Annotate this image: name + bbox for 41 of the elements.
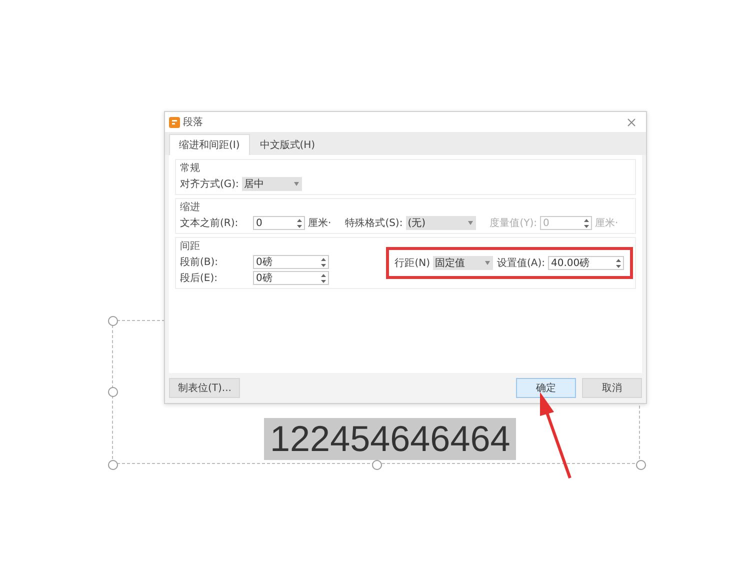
- caret-icon: [294, 182, 299, 186]
- field-label: 特殊格式(S):: [345, 216, 403, 230]
- slide-text: 122454646464: [264, 418, 516, 460]
- spin-field[interactable]: 40.00磅: [548, 256, 624, 270]
- spinner-arrows-icon[interactable]: [320, 272, 327, 284]
- field-label: 段后(E):: [180, 272, 218, 285]
- resize-handle[interactable]: [636, 460, 646, 470]
- close-icon[interactable]: [627, 118, 636, 126]
- unit-label: 厘米·: [308, 216, 332, 230]
- field-label: 文本之前(R):: [180, 216, 240, 230]
- spin-field[interactable]: 0磅: [253, 255, 329, 269]
- section-title: 缩进: [180, 200, 201, 214]
- section-title: 间距: [180, 240, 201, 253]
- resize-handle[interactable]: [372, 460, 382, 470]
- dialog-button[interactable]: 制表位(T)...: [169, 378, 240, 398]
- field-label: 行距(N): [394, 257, 430, 270]
- spin-field[interactable]: 0: [253, 216, 305, 230]
- field-label: 段前(B):: [180, 256, 220, 269]
- dialog-button[interactable]: 确定: [516, 378, 576, 398]
- dropdown[interactable]: 固定值: [432, 256, 493, 270]
- dropdown[interactable]: (无): [406, 216, 476, 230]
- caret-icon: [484, 261, 490, 265]
- dialog-button[interactable]: 取消: [582, 378, 642, 398]
- spin-field[interactable]: 0磅: [253, 271, 329, 285]
- window-title: 段落: [183, 116, 204, 129]
- resize-handle[interactable]: [108, 316, 118, 326]
- dropdown[interactable]: 居中: [242, 177, 302, 191]
- tab[interactable]: 中文版式(H): [250, 134, 326, 155]
- spinner-arrows-icon[interactable]: [615, 258, 622, 268]
- unit-label: 厘米·: [595, 216, 618, 230]
- resize-handle[interactable]: [108, 387, 118, 397]
- field-label: 对齐方式(G):: [180, 178, 239, 191]
- resize-handle[interactable]: [108, 460, 118, 470]
- caret-icon: [468, 221, 473, 225]
- section-title: 常规: [180, 162, 201, 175]
- field-label: 设置值(A):: [496, 256, 545, 270]
- field-label: 度量值(Y):: [490, 216, 537, 230]
- spinner-arrows-icon[interactable]: [296, 218, 303, 228]
- app-icon: [169, 116, 180, 128]
- tab[interactable]: 缩进和间距(I): [169, 134, 250, 155]
- spinner-arrows-icon[interactable]: [320, 256, 327, 268]
